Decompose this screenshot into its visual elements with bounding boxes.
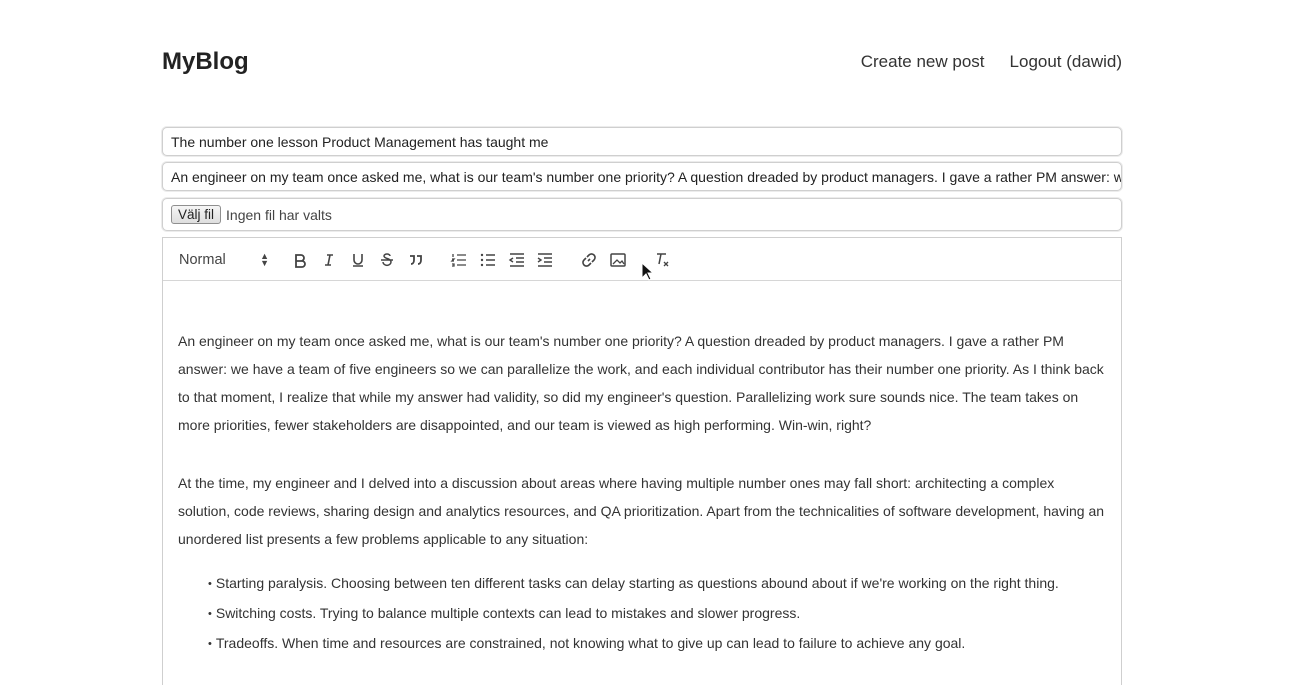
list-item: Tradeoffs. When time and resources are c… bbox=[208, 629, 1106, 659]
underline-icon[interactable] bbox=[348, 250, 368, 270]
choose-file-button[interactable]: Välj fil bbox=[171, 205, 222, 224]
italic-icon[interactable] bbox=[319, 250, 339, 270]
indent-icon[interactable] bbox=[535, 250, 555, 270]
brand-logo[interactable]: MyBlog bbox=[162, 48, 249, 76]
header-format-select[interactable]: Normal ▲ ▼ bbox=[179, 250, 269, 270]
header-format-value: Normal bbox=[179, 252, 226, 268]
editor-content[interactable]: An engineer on my team once asked me, wh… bbox=[163, 281, 1121, 659]
strike-icon[interactable] bbox=[377, 250, 397, 270]
create-post-link[interactable]: Create new post bbox=[861, 52, 985, 72]
rich-text-editor: Normal ▲ ▼ An engineer on my team once a… bbox=[162, 237, 1122, 685]
list-item: Starting paralysis. Choosing between ten… bbox=[208, 569, 1106, 599]
paragraph: An engineer on my team once asked me, wh… bbox=[178, 333, 1104, 433]
ordered-list-icon[interactable] bbox=[449, 250, 469, 270]
summary-input[interactable]: An engineer on my team once asked me, wh… bbox=[162, 162, 1122, 191]
bullet-list: Starting paralysis. Choosing between ten… bbox=[178, 569, 1106, 659]
select-arrows-icon: ▲ ▼ bbox=[260, 251, 269, 268]
file-upload: Välj fil Ingen fil har valts bbox=[162, 198, 1122, 231]
blockquote-icon[interactable] bbox=[406, 250, 426, 270]
link-icon[interactable] bbox=[579, 250, 599, 270]
list-item: Switching costs. Trying to balance multi… bbox=[208, 599, 1106, 629]
bold-icon[interactable] bbox=[290, 250, 310, 270]
file-status-text: Ingen fil har valts bbox=[226, 206, 332, 223]
image-icon[interactable] bbox=[608, 250, 628, 270]
outdent-icon[interactable] bbox=[507, 250, 527, 270]
mouse-cursor-icon bbox=[641, 262, 653, 281]
top-nav: Create new post Logout (dawid) bbox=[861, 52, 1122, 72]
bullet-list-icon[interactable] bbox=[478, 250, 498, 270]
site-header: MyBlog Create new post Logout (dawid) bbox=[162, 44, 1122, 84]
clean-format-icon[interactable] bbox=[652, 250, 672, 270]
paragraph: At the time, my engineer and I delved in… bbox=[178, 475, 1105, 547]
title-input[interactable]: The number one lesson Product Management… bbox=[162, 127, 1122, 156]
logout-link[interactable]: Logout (dawid) bbox=[1010, 52, 1122, 72]
